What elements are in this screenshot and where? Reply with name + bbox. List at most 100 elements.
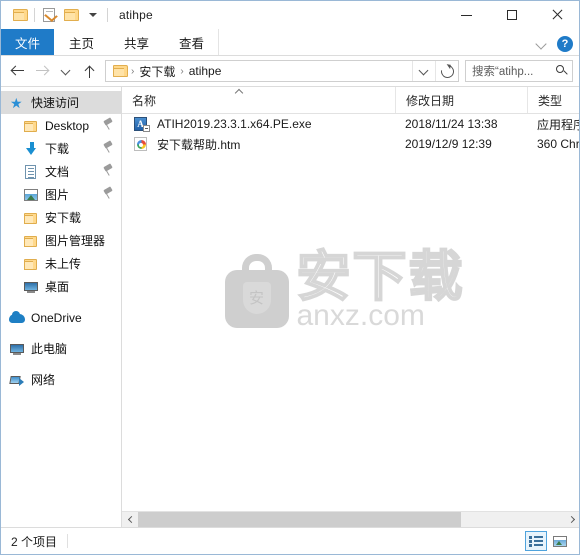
sidebar-item-label: 快速访问	[31, 96, 80, 110]
file-name-cell: A ATIH2019.23.3.1.x64.PE.exe	[122, 116, 395, 132]
sidebar-item-pictures[interactable]: 图片	[1, 183, 121, 206]
large-icons-view-button[interactable]	[549, 531, 571, 551]
table-row[interactable]: A ATIH2019.23.3.1.x64.PE.exe 2018/11/24 …	[122, 114, 579, 134]
folder-icon	[23, 233, 39, 249]
search-input[interactable]: 搜索“atihp...	[465, 60, 573, 82]
sidebar-item-label: OneDrive	[31, 310, 82, 325]
sidebar-item-picture-manager[interactable]: 图片管理器	[1, 229, 121, 252]
pin-icon[interactable]	[102, 117, 113, 131]
download-icon	[23, 141, 39, 157]
column-header-date[interactable]: 修改日期	[395, 87, 527, 113]
address-breadcrumb-box[interactable]: › 安下载 › atihpe	[105, 60, 459, 82]
site-watermark: 安 安下载 anxz.com	[122, 114, 579, 511]
close-button[interactable]	[534, 1, 579, 29]
address-dropdown-button[interactable]	[412, 61, 435, 81]
sidebar-item-label: 未上传	[45, 257, 82, 271]
sidebar-item-not-uploaded[interactable]: 未上传	[1, 252, 121, 275]
minimize-button[interactable]	[444, 1, 489, 29]
refresh-button[interactable]	[435, 61, 458, 81]
maximize-icon	[506, 10, 517, 20]
documents-icon	[23, 164, 39, 180]
breadcrumb-item-2[interactable]: atihpe	[187, 64, 224, 78]
column-headers: 名称 修改日期 类型	[122, 87, 579, 114]
search-icon	[556, 65, 568, 77]
recent-locations-button[interactable]	[55, 59, 77, 83]
file-date-cell: 2018/11/24 13:38	[405, 117, 498, 131]
sidebar-gap-3	[1, 360, 121, 368]
new-folder-glyph	[63, 9, 79, 21]
arrow-back-icon	[11, 65, 25, 77]
sidebar-item-onedrive[interactable]: OneDrive	[1, 306, 121, 329]
exe-file-icon: A	[134, 116, 150, 132]
breadcrumb-item-1[interactable]: 安下载	[137, 63, 177, 80]
sidebar-item-network[interactable]: 网络	[1, 368, 121, 391]
caret-down-icon[interactable]	[82, 4, 104, 26]
window-controls	[444, 1, 579, 29]
properties-glyph	[43, 8, 58, 22]
watermark-text-cn: 安下载	[296, 246, 465, 307]
table-row[interactable]: 安下载帮助.htm 2019/12/9 12:39 360 Chrom	[122, 134, 579, 154]
sidebar-item-label: 此电脑	[31, 342, 68, 356]
pictures-icon	[23, 187, 39, 203]
folder-icon	[23, 118, 39, 134]
minimize-icon	[461, 14, 472, 16]
breadcrumb-separator-1[interactable]: ›	[130, 66, 135, 77]
properties-checkmark-icon[interactable]	[38, 4, 60, 26]
refresh-icon	[437, 61, 457, 81]
sidebar-item-this-pc[interactable]: 此电脑	[1, 337, 121, 360]
tab-share[interactable]: 共享	[109, 29, 164, 55]
sidebar-item-label: 图片	[45, 188, 70, 202]
breadcrumb-folder-icon[interactable]	[113, 65, 128, 77]
arrow-up-icon	[84, 65, 96, 78]
folder-icon[interactable]	[9, 4, 31, 26]
pin-icon[interactable]	[102, 140, 113, 154]
window-title: atihpe	[119, 8, 153, 22]
sidebar-item-label: 网络	[31, 373, 56, 387]
star-icon: ★	[10, 94, 23, 111]
scroll-left-button[interactable]	[122, 512, 138, 527]
file-explorer-window: atihpe 文件 主页 共享 查看 ? › 安下载 › atihpe 搜索“a…	[0, 0, 580, 555]
help-button[interactable]: ?	[557, 36, 573, 52]
forward-button[interactable]	[31, 59, 53, 83]
up-button[interactable]	[79, 59, 101, 83]
sidebar-item-desktop-qa[interactable]: Desktop	[1, 114, 121, 137]
tab-home[interactable]: 主页	[54, 29, 109, 55]
quick-access-toolbar	[1, 4, 111, 26]
file-rows: 安 安下载 anxz.com A ATIH2019.23.3.1.x64.PE.…	[122, 114, 579, 511]
pin-icon[interactable]	[102, 186, 113, 200]
pin-icon[interactable]	[102, 163, 113, 177]
sidebar-gap-2	[1, 329, 121, 337]
sidebar-item-anxiazai[interactable]: 安下载	[1, 206, 121, 229]
back-button[interactable]	[7, 59, 29, 83]
sidebar-item-documents[interactable]: 文档	[1, 160, 121, 183]
watermark-text-en: anxz.com	[296, 298, 425, 332]
scrollbar-thumb[interactable]	[138, 512, 461, 527]
sidebar-item-quick-access[interactable]: ★ 快速访问	[1, 91, 121, 114]
column-header-name-label: 名称	[132, 93, 157, 108]
folder-icon	[23, 256, 39, 272]
scrollbar-track[interactable]	[138, 512, 563, 527]
sidebar-item-desktop[interactable]: 桌面	[1, 275, 121, 298]
status-bar: 2 个项目	[1, 527, 579, 554]
details-view-icon	[529, 535, 543, 547]
column-header-name[interactable]: 名称	[122, 87, 395, 113]
column-header-type[interactable]: 类型	[527, 87, 579, 113]
breadcrumb-separator-2[interactable]: ›	[179, 66, 184, 77]
folder-icon	[23, 210, 39, 226]
status-divider	[67, 534, 69, 548]
chevron-right-icon	[568, 516, 575, 523]
watermark-shield-char: 安	[242, 281, 271, 314]
details-view-button[interactable]	[525, 531, 547, 551]
horizontal-scrollbar[interactable]	[122, 511, 579, 527]
new-folder-icon[interactable]	[60, 4, 82, 26]
sidebar-item-label: 文档	[45, 165, 70, 179]
tab-file[interactable]: 文件	[1, 29, 55, 55]
address-tools	[412, 61, 458, 81]
maximize-button[interactable]	[489, 1, 534, 29]
sidebar-item-label: 图片管理器	[45, 234, 106, 248]
chevron-down-icon[interactable]	[535, 38, 547, 50]
search-placeholder: 搜索“atihp...	[472, 66, 534, 78]
scroll-right-button[interactable]	[563, 512, 579, 527]
sidebar-item-downloads[interactable]: 下载	[1, 137, 121, 160]
tab-view[interactable]: 查看	[164, 29, 220, 55]
